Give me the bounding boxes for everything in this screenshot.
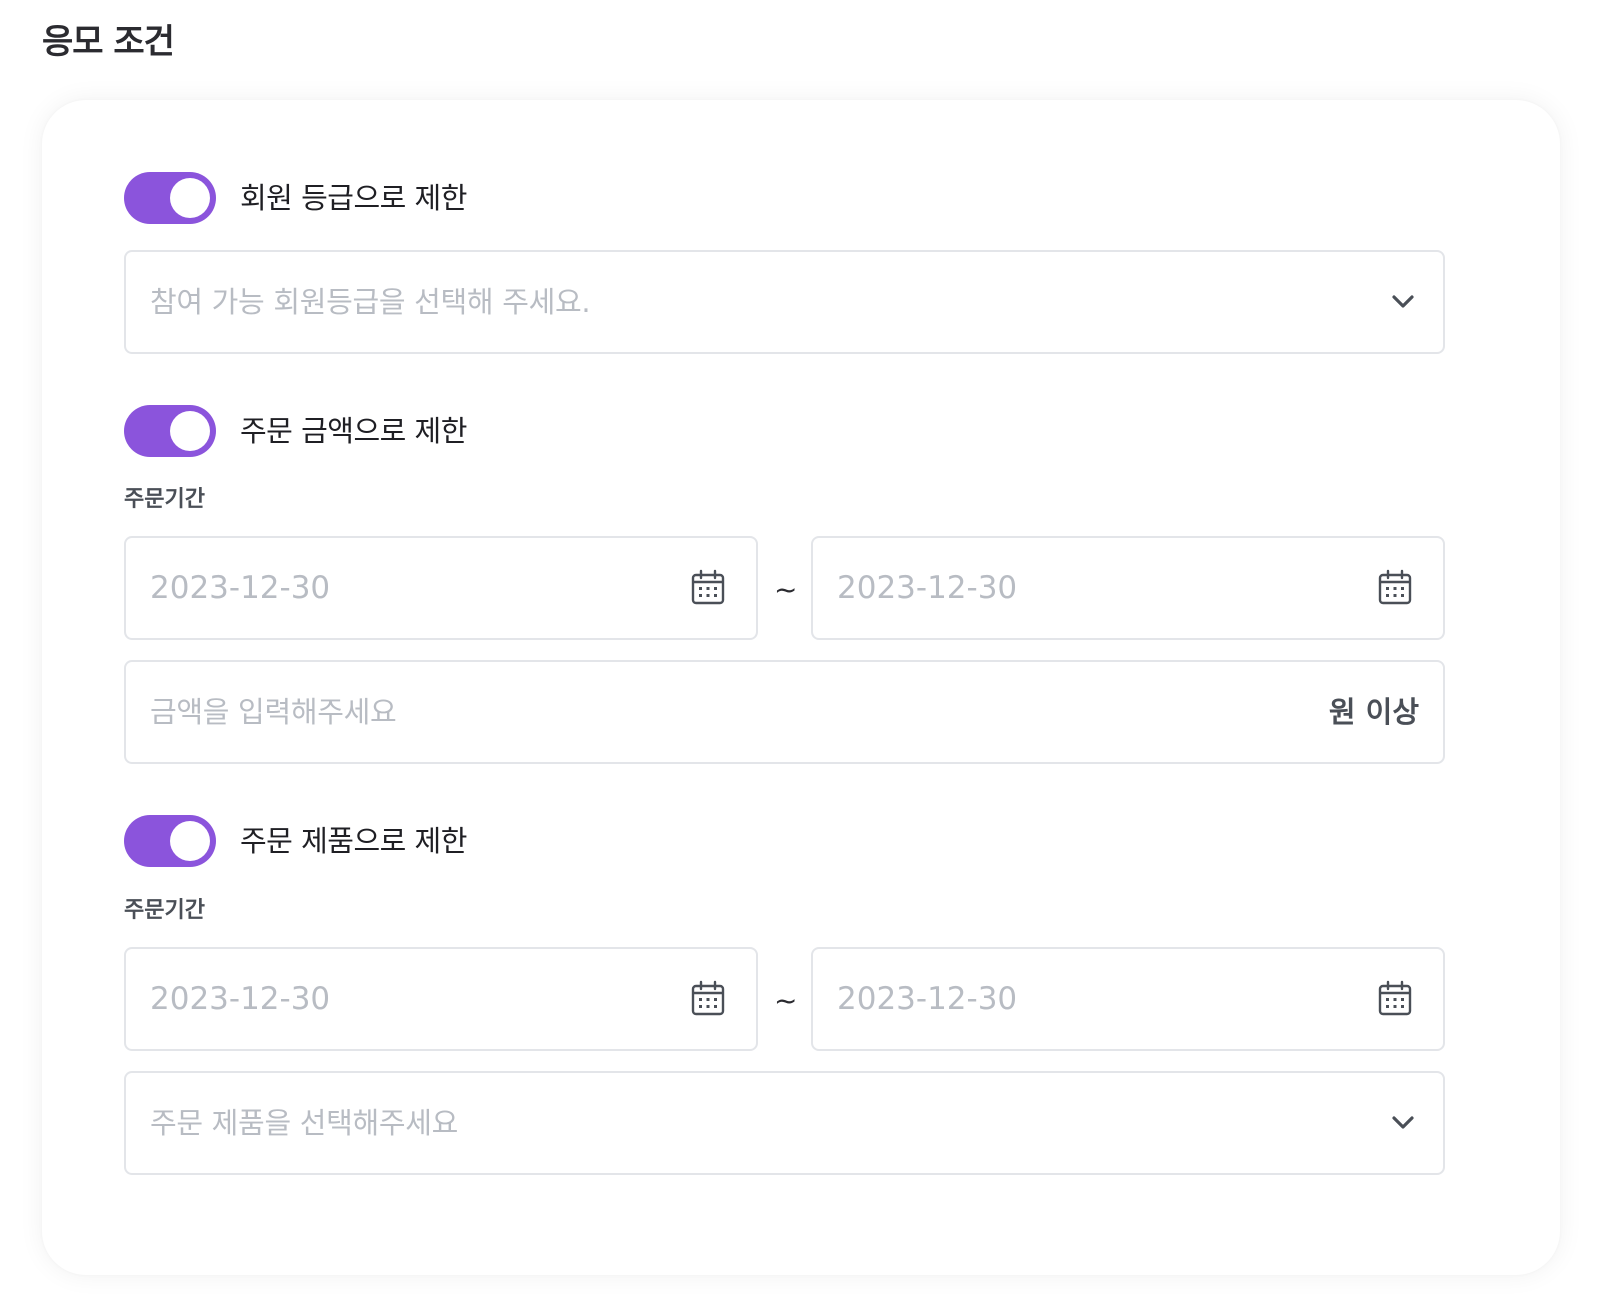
order-amount-input[interactable]: 금액을 입력해주세요 원 이상 [124, 660, 1445, 764]
order-product-period-label: 주문기간 [124, 898, 205, 923]
calendar-icon [1378, 980, 1412, 1016]
toggle-knob [170, 178, 210, 218]
page-title: 응모 조건 [42, 22, 175, 62]
order-amount-start-date-input[interactable]: 2023-12-30 [124, 536, 758, 640]
calendar-icon [1378, 569, 1412, 605]
order-product-start-date-input[interactable]: 2023-12-30 [124, 947, 758, 1051]
start-date-placeholder: 2023-12-30 [150, 981, 331, 1017]
calendar-icon [691, 980, 725, 1016]
toggle-knob [170, 411, 210, 451]
member-grade-toggle-label: 회원 등급으로 제한 [240, 181, 467, 215]
amount-unit: 원 이상 [1328, 695, 1419, 729]
member-grade-select-placeholder: 참여 가능 회원등급을 선택해 주세요. [150, 285, 591, 319]
order-product-end-date-input[interactable]: 2023-12-30 [811, 947, 1445, 1051]
conditions-card: 회원 등급으로 제한 참여 가능 회원등급을 선택해 주세요. 주문 금액으로 … [42, 100, 1560, 1275]
end-date-placeholder: 2023-12-30 [837, 570, 1018, 606]
order-product-toggle[interactable] [124, 815, 216, 867]
end-date-placeholder: 2023-12-30 [837, 981, 1018, 1017]
order-amount-end-date-input[interactable]: 2023-12-30 [811, 536, 1445, 640]
member-grade-select[interactable]: 참여 가능 회원등급을 선택해 주세요. [124, 250, 1445, 354]
start-date-placeholder: 2023-12-30 [150, 570, 331, 606]
date-range-separator: ~ [774, 573, 798, 606]
order-amount-toggle-label: 주문 금액으로 제한 [240, 414, 467, 448]
chevron-down-icon [1392, 295, 1414, 308]
order-amount-period-label: 주문기간 [124, 487, 205, 512]
amount-placeholder: 금액을 입력해주세요 [150, 695, 397, 729]
member-grade-toggle[interactable] [124, 172, 216, 224]
order-product-toggle-label: 주문 제품으로 제한 [240, 824, 467, 858]
order-amount-toggle[interactable] [124, 405, 216, 457]
product-select-placeholder: 주문 제품을 선택해주세요 [150, 1106, 459, 1140]
date-range-separator: ~ [774, 984, 798, 1017]
order-product-select[interactable]: 주문 제품을 선택해주세요 [124, 1071, 1445, 1175]
chevron-down-icon [1392, 1116, 1414, 1129]
toggle-knob [170, 821, 210, 861]
calendar-icon [691, 569, 725, 605]
